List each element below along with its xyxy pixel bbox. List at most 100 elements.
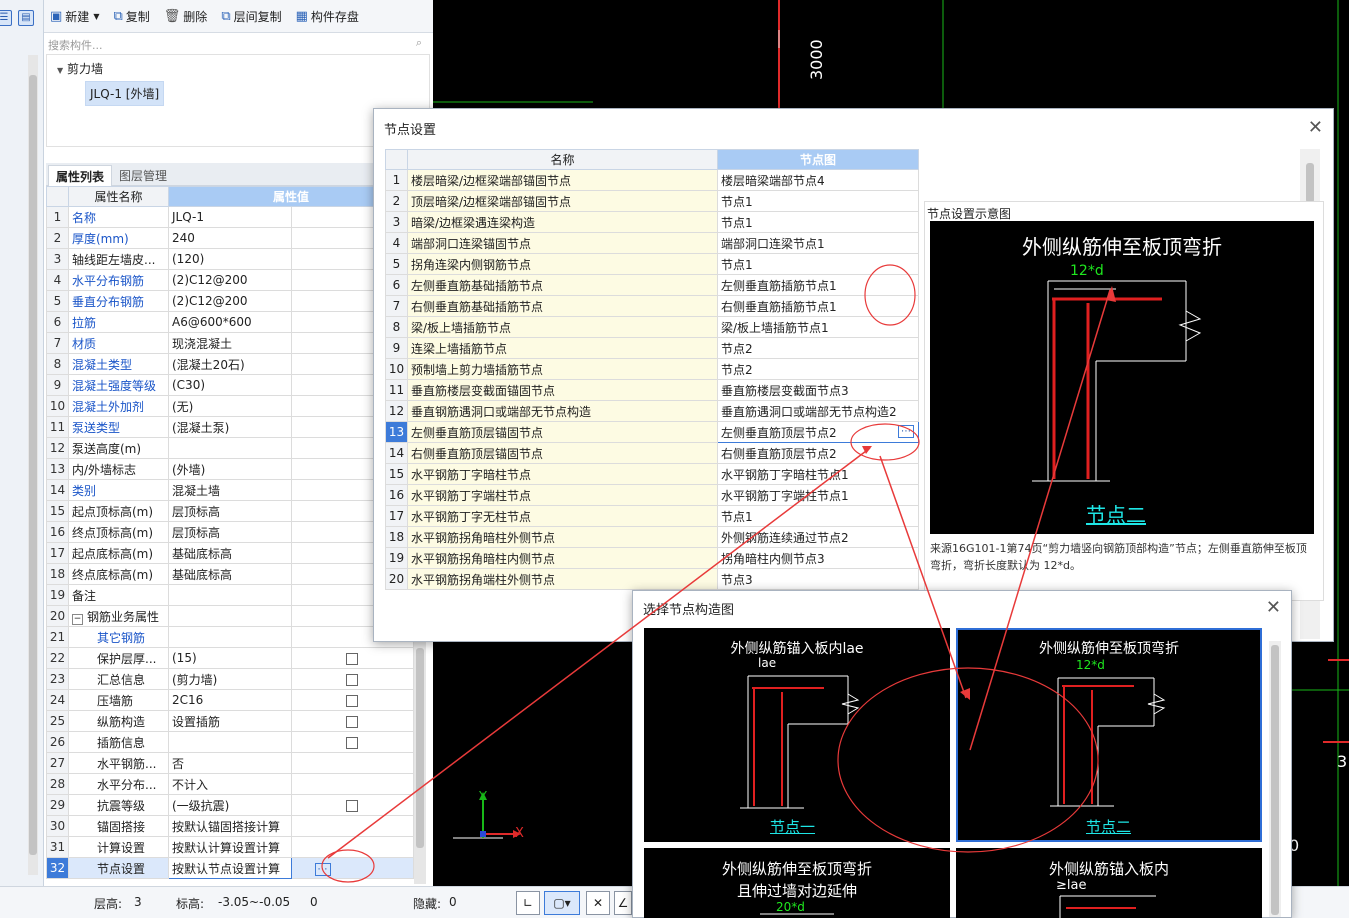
node-card-3[interactable]: 外侧纵筋伸至板顶弯折 且伸过墙对边延伸 20*d [644,848,950,918]
node-row[interactable]: 1 楼层暗梁/边框梁端部锚固节点 楼层暗梁端部节点4 [385,169,919,191]
ellipsis-icon[interactable]: ⋯ [898,425,914,438]
node-row[interactable]: 2 顶层暗梁/边框梁端部锚固节点 节点1 [385,190,919,212]
new-button[interactable]: ▣ 新建 ▼ [50,8,99,25]
ellipsis-icon[interactable]: ⋯ [314,862,331,876]
property-row[interactable]: 31 计算设置 按默认计算设置计算 [46,836,414,858]
node-card-1[interactable]: 外侧纵筋锚入板内lae lae 节点一 [644,628,950,842]
property-row[interactable]: 8 混凝土类型 (混凝土20石) [46,353,414,375]
node-row[interactable]: 9 连梁上墙插筋节点 节点2 [385,337,919,359]
node-card-4[interactable]: 外侧纵筋锚入板内 ≥lae [956,848,1262,918]
collapse-icon[interactable]: − [72,613,83,625]
property-row[interactable]: 13 内/外墙标志 (外墙) [46,458,414,480]
node-card-2[interactable]: 外侧纵筋伸至板顶弯折 12*d 节点二 [956,628,1262,842]
left-scrollbar[interactable] [28,55,38,875]
detail-view-icon[interactable]: ▤ [18,10,34,26]
node-row[interactable]: 10 预制墙上剪力墙插筋节点 节点2 [385,358,919,380]
rebar-drawing-1 [740,675,860,809]
floor-copy-icon: ⧉ [221,8,231,24]
choose-scrollbar[interactable] [1269,641,1281,917]
node-row[interactable]: 17 水平钢筋丁字无柱节点 节点1 [385,505,919,527]
node-row[interactable]: 20 水平钢筋拐角端柱外侧节点 节点3 [385,568,919,590]
chevron-down-icon: ▼ [93,11,100,21]
node-row[interactable]: 11 垂直筋楼层变截面锚固节点 垂直筋楼层变截面节点3 [385,379,919,401]
property-row[interactable]: 1 名称 JLQ-1 [46,206,414,228]
property-row[interactable]: 4 水平分布钢筋 (2)C12@200 [46,269,414,291]
property-row[interactable]: 24 压墙筋 2C16 [46,689,414,711]
tree-item-jlq1[interactable]: JLQ-1 [外墙] [85,81,165,106]
tab-layer-manager[interactable]: 图层管理 [112,165,174,186]
node-row[interactable]: 8 梁/板上墙插筋节点 梁/板上墙插筋节点1 [385,316,919,338]
node-row[interactable]: 12 垂直钢筋遇洞口或端部无节点构造 垂直筋遇洞口或端部无节点构造2 [385,400,919,422]
preview-rebar-drawing [1032,280,1202,482]
preview-node-label: 节点二 [1086,503,1146,527]
property-row[interactable]: 3 轴线距左墙皮... (120) [46,248,414,270]
property-row[interactable]: 21 其它钢筋 [46,626,414,648]
checkbox[interactable] [346,799,359,812]
property-row[interactable]: 17 起点底标高(m) 基础底标高 [46,542,414,564]
property-row[interactable]: 18 终点底标高(m) 基础底标高 [46,563,414,585]
elevation-value: -3.05~-0.05 [218,895,291,909]
axis-y-label: Y [479,790,487,805]
property-row[interactable]: 29 抗震等级 (一级抗震) [46,794,414,816]
node-row[interactable]: 7 右侧垂直筋基础插筋节点 右侧垂直筋插筋节点1 [385,295,919,317]
node-row[interactable]: 14 右侧垂直筋顶层锚固节点 右侧垂直筋顶层节点2 [385,442,919,464]
property-row[interactable]: 10 混凝土外加剂 (无) [46,395,414,417]
floor-copy-button[interactable]: ⧉ 层间复制 [221,8,281,25]
property-row[interactable]: 16 终点顶标高(m) 层顶标高 [46,521,414,543]
chevron-down-icon: ▼ [57,66,64,75]
component-toolbar: ▣ 新建 ▼ ⧉ 复制 🗑 删除 ⧉ 层间复制 ▦ 构件存盘 [44,0,433,33]
node-table: 名称 节点图 1 楼层暗梁/边框梁端部锚固节点 楼层暗梁端部节点4 2 顶层暗梁/边框梁… [385,149,919,590]
preview-image: 外侧纵筋伸至板顶弯折 12*d 节点二 [930,221,1314,534]
hidden-count: 0 [449,895,457,909]
node-row[interactable]: 15 水平钢筋丁字暗柱节点 水平钢筋丁字暗柱节点1 [385,463,919,485]
property-row[interactable]: 7 材质 现浇混凝土 [46,332,414,354]
property-row[interactable]: 32 节点设置 按默认节点设置计算 ⋯ [46,857,414,879]
preview-description: 来源16G101-1第74页“剪力墙竖向钢筋顶部构造”节点；左侧垂直筋伸至板顶弯… [930,542,1307,572]
snap-corner-icon[interactable]: ∟ [516,891,540,915]
node-row[interactable]: 4 端部洞口连梁锚固节点 端部洞口连梁节点1 [385,232,919,254]
node-row[interactable]: 3 暗梁/边框梁遇连梁构造 节点1 [385,211,919,233]
node-row[interactable]: 19 水平钢筋拐角暗柱内侧节点 拐角暗柱内侧节点3 [385,547,919,569]
property-row[interactable]: 25 纵筋构造 设置插筋 [46,710,414,732]
close-icon[interactable]: ✕ [1266,599,1281,617]
property-row[interactable]: 28 水平分布... 不计入 [46,773,414,795]
tab-property-list[interactable]: 属性列表 [48,165,113,186]
property-row[interactable]: 12 泵送高度(m) [46,437,414,459]
checkbox[interactable] [346,694,359,707]
property-row[interactable]: 22 保护层厚... (15) [46,647,414,669]
property-row[interactable]: 9 混凝土强度等级 (C30) [46,374,414,396]
save-component-button[interactable]: ▦ 构件存盘 [296,8,359,25]
property-row[interactable]: 15 起点顶标高(m) 层顶标高 [46,500,414,522]
rebar-drawing-2 [1050,677,1166,807]
cross-icon[interactable]: ✕ [586,891,610,915]
property-row[interactable]: 23 汇总信息 (剪力墙) [46,668,414,690]
property-row[interactable]: 6 拉筋 A6@600*600 [46,311,414,333]
choose-dialog-title: 选择节点构造图 [643,603,735,618]
select-rect-icon[interactable]: ▢▾ [544,891,580,915]
property-row[interactable]: 30 锚固搭接 按默认锚固搭接计算 [46,815,414,837]
property-row[interactable]: 27 水平钢筋... 否 [46,752,414,774]
property-row[interactable]: 14 类别 混凝土墙 [46,479,414,501]
property-row[interactable]: 20− 钢筋业务属性 [46,605,414,627]
list-view-icon[interactable]: ☰ [0,10,12,26]
checkbox[interactable] [346,673,359,686]
delete-button[interactable]: 🗑 删除 [164,8,208,25]
property-row[interactable]: 19 备注 [46,584,414,606]
angle-icon[interactable]: ∠ [614,891,632,915]
copy-button[interactable]: ⧉ 复制 [113,8,149,25]
property-row[interactable]: 11 泵送类型 (混凝土泵) [46,416,414,438]
node-row[interactable]: 18 水平钢筋拐角暗柱外侧节点 外侧钢筋连续通过节点2 [385,526,919,548]
node-row[interactable]: 6 左侧垂直筋基础插筋节点 左侧垂直筋插筋节点1 [385,274,919,296]
property-row[interactable]: 2 厚度(mm) 240 [46,227,414,249]
checkbox[interactable] [346,715,359,728]
checkbox[interactable] [346,736,359,749]
property-row[interactable]: 5 垂直分布钢筋 (2)C12@200 [46,290,414,312]
tree-group-shear-wall[interactable]: ▼ 剪力墙 [57,60,103,77]
checkbox[interactable] [346,652,359,665]
property-row[interactable]: 26 插筋信息 [46,731,414,753]
node-row[interactable]: 16 水平钢筋丁字端柱节点 水平钢筋丁字端柱节点1 [385,484,919,506]
node-row[interactable]: 13 左侧垂直筋顶层锚固节点 左侧垂直筋顶层节点2 ⋯ [385,421,919,443]
node-row[interactable]: 5 拐角连梁内侧钢筋节点 节点1 [385,253,919,275]
close-icon[interactable]: ✕ [1308,119,1323,137]
search-input[interactable]: 搜索构件... ⌕ [46,33,430,55]
